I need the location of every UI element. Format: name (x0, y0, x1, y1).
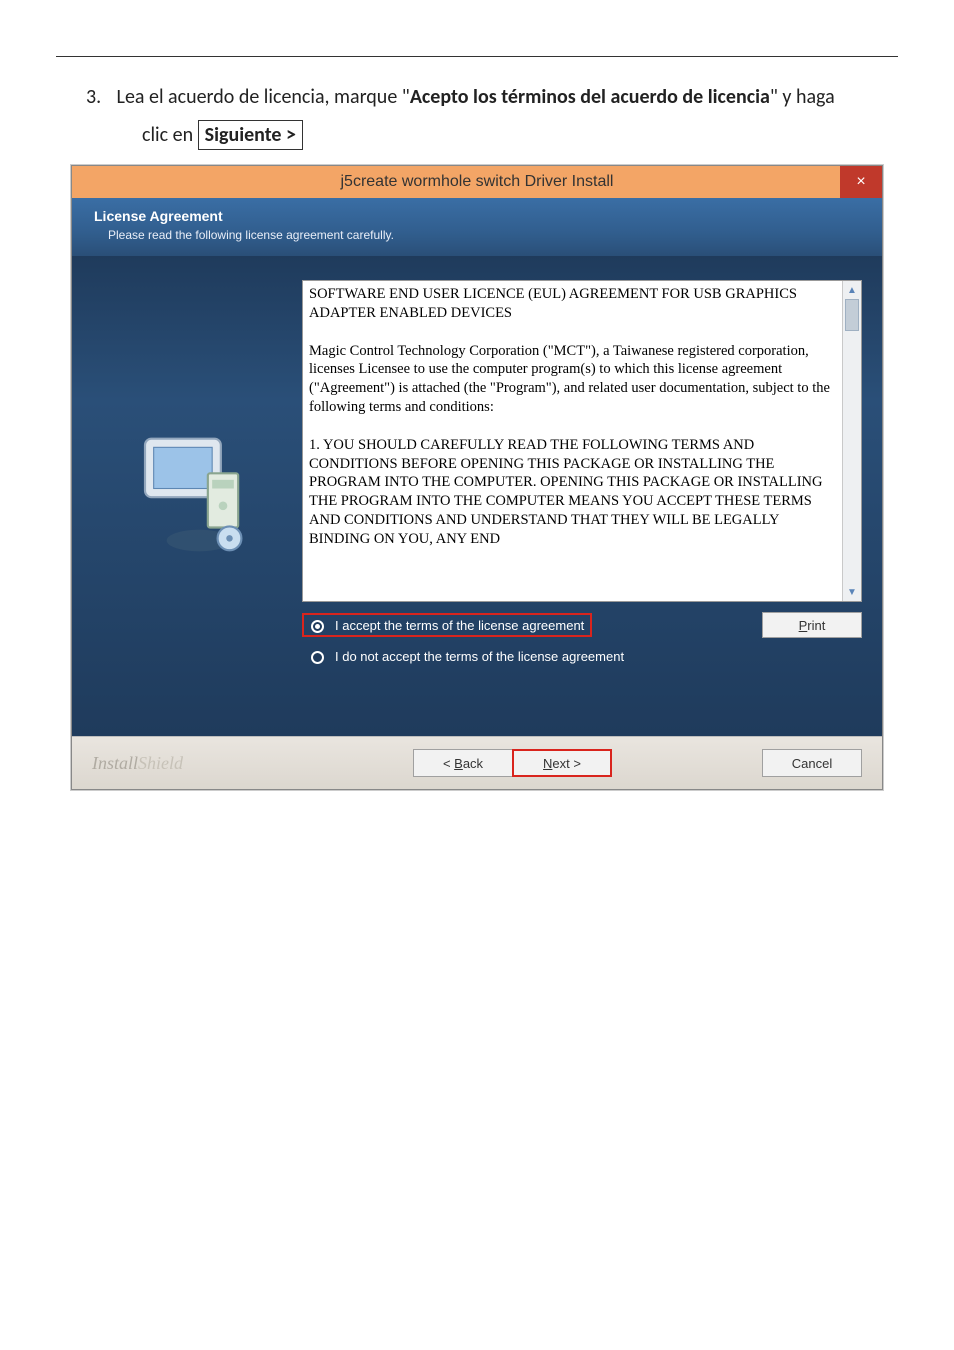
window-titlebar[interactable]: j5create wormhole switch Driver Install … (72, 166, 882, 198)
close-button[interactable]: × (840, 166, 882, 198)
license-text-content[interactable]: SOFTWARE END USER LICENCE (EUL) AGREEMEN… (303, 281, 842, 601)
license-scrollbar[interactable]: ▲ ▼ (842, 281, 861, 601)
wizard-body: SOFTWARE END USER LICENCE (EUL) AGREEMEN… (72, 256, 882, 736)
scroll-down-icon[interactable]: ▼ (843, 583, 861, 601)
instruction-text: 3. Lea el acuerdo de licencia, marque "A… (56, 85, 898, 109)
scroll-track[interactable] (843, 299, 861, 583)
installshield-brand: InstallShield (92, 753, 183, 774)
wizard-footer: InstallShield < Back Next > Cancel (72, 736, 882, 789)
radio-reject[interactable] (311, 651, 324, 664)
subheader-title: License Agreement (94, 208, 860, 224)
wizard-graphic (92, 280, 302, 710)
next-button[interactable]: Next > (512, 749, 612, 777)
window-title: j5create wormhole switch Driver Install (341, 173, 614, 191)
scroll-up-icon[interactable]: ▲ (843, 281, 861, 299)
installer-window: j5create wormhole switch Driver Install … (71, 165, 883, 790)
radio-reject-label: I do not accept the terms of the license… (335, 649, 624, 664)
instruction-text-line2: clic en Siguiente > (112, 123, 898, 147)
list-number: 3. (86, 85, 112, 109)
boxed-next-label: Siguiente > (198, 120, 303, 150)
back-button[interactable]: < Back (413, 749, 513, 777)
license-paragraph: SOFTWARE END USER LICENCE (EUL) AGREEMEN… (309, 285, 836, 323)
page-top-rule (56, 56, 898, 57)
subheader-subtitle: Please read the following license agreem… (108, 228, 860, 242)
print-button[interactable]: Print (762, 612, 862, 638)
radio-accept[interactable] (311, 620, 324, 633)
computer-install-icon (132, 430, 262, 560)
license-paragraph: 1. YOU SHOULD CAREFULLY READ THE FOLLOWI… (309, 436, 836, 549)
radio-accept-label: I accept the terms of the license agreem… (335, 618, 584, 633)
cancel-button[interactable]: Cancel (762, 749, 862, 777)
scroll-thumb[interactable] (845, 299, 859, 331)
license-text-box: SOFTWARE END USER LICENCE (EUL) AGREEMEN… (302, 280, 862, 602)
radio-reject-row[interactable]: I do not accept the terms of the license… (302, 644, 632, 668)
wizard-subheader: License Agreement Please read the follow… (72, 198, 882, 256)
license-paragraph: Magic Control Technology Corporation ("M… (309, 342, 836, 417)
close-icon: × (856, 173, 865, 191)
radio-accept-row[interactable]: I accept the terms of the license agreem… (302, 613, 592, 637)
